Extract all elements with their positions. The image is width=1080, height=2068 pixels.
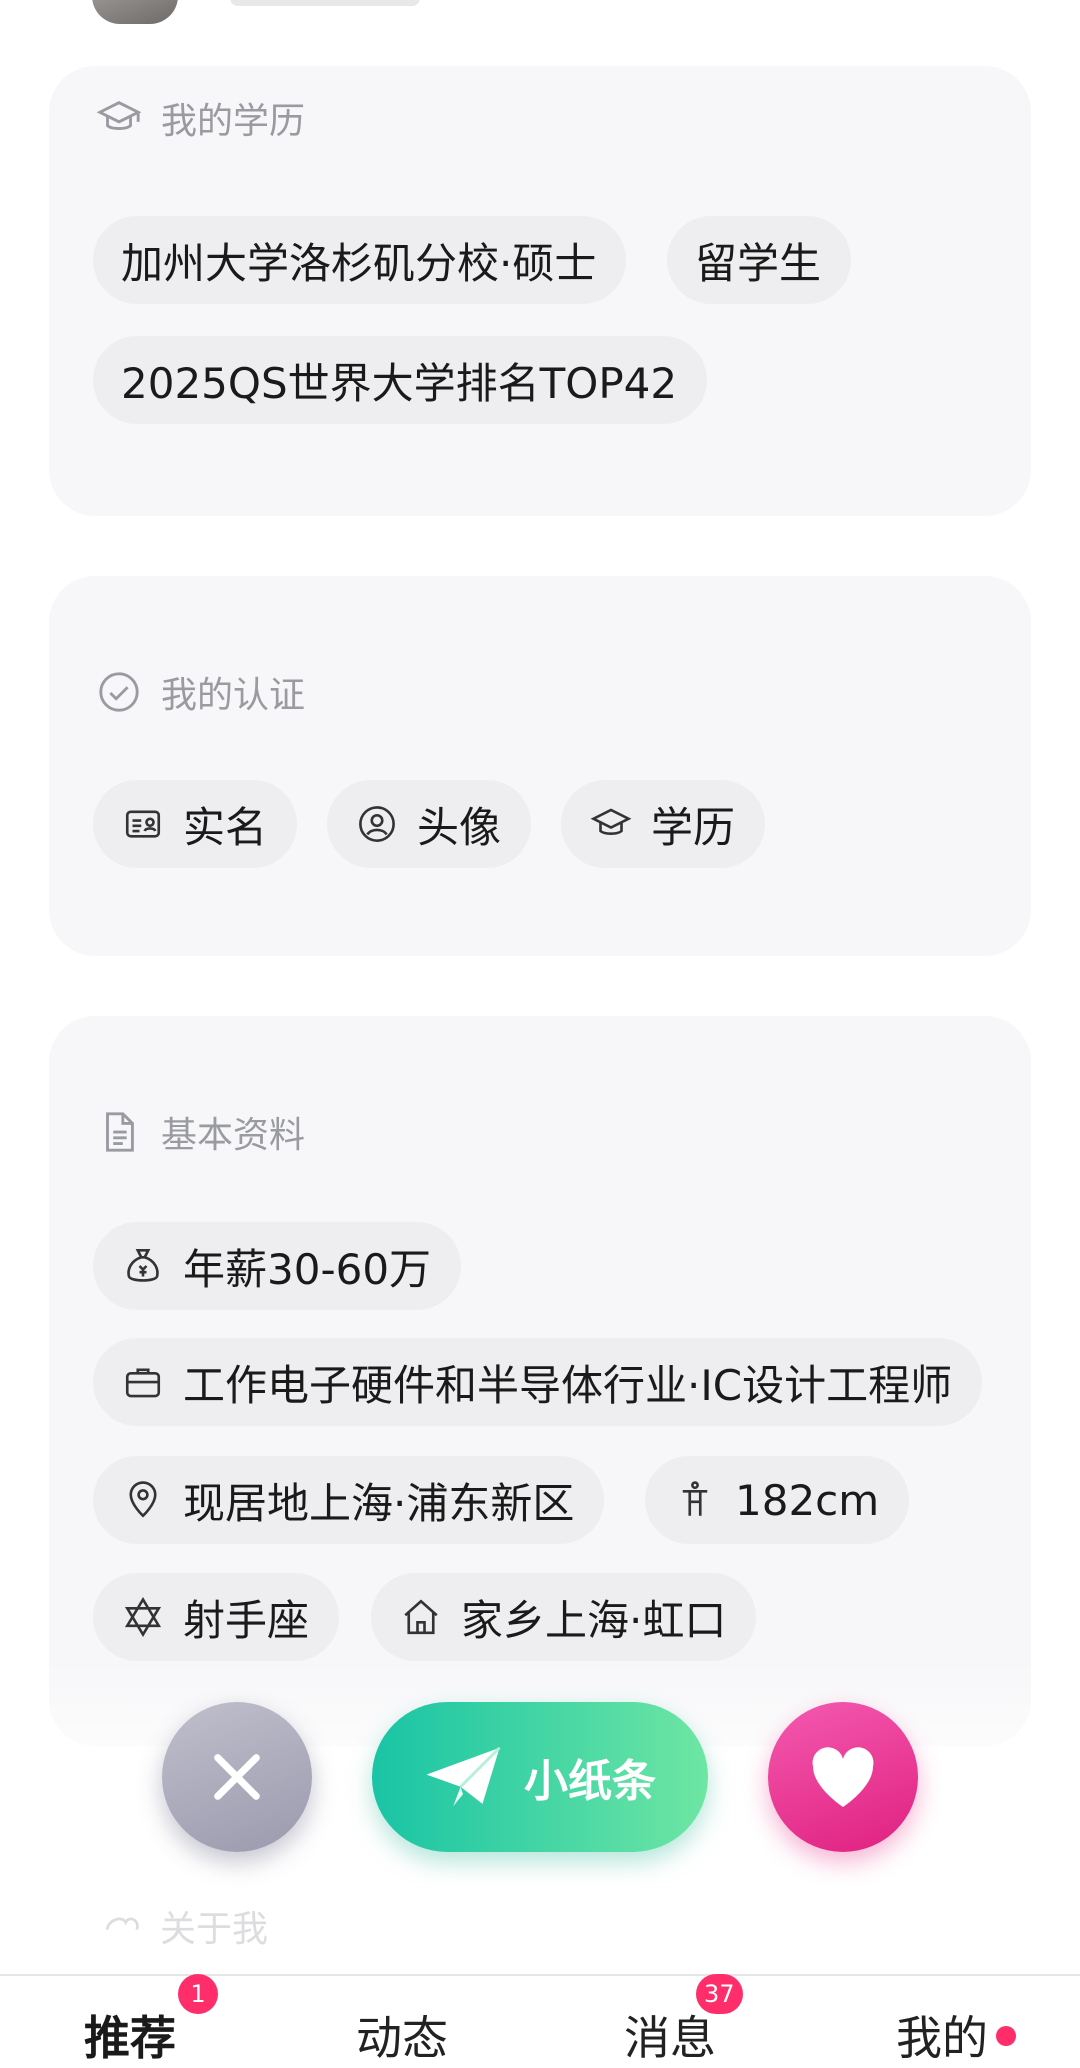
tag-label: 现居地上海·浦东新区 (183, 1478, 575, 1528)
tag-label: 留学生 (695, 238, 822, 288)
basic-info-tag-height[interactable]: 182cm (645, 1456, 910, 1544)
tag-label: 射手座 (183, 1595, 310, 1645)
tag-label: 182cm (735, 1475, 880, 1525)
education-header: 我的学历 (95, 92, 305, 144)
close-icon (204, 1744, 270, 1810)
verification-title: 我的认证 (161, 675, 306, 716)
tag-label: 家乡上海·虹口 (461, 1595, 727, 1645)
basic-info-tag-job[interactable]: 工作电子硬件和半导体行业·IC设计工程师 (93, 1338, 983, 1426)
star-of-david-icon (121, 1595, 165, 1639)
check-circle-icon (95, 668, 143, 716)
bottom-tab-bar: 推荐 1 动态 消息 37 我的 (0, 1974, 1080, 2065)
education-card: 我的学历 加州大学洛杉矶分校·硕士 留学生 2025QS世界大学排名TOP42 (49, 66, 1031, 516)
tag-label: 学历 (651, 802, 736, 852)
tab-label: 我的 (896, 2011, 988, 2065)
education-tag-school[interactable]: 加州大学洛杉矶分校·硕士 (93, 216, 627, 304)
briefcase-icon (121, 1360, 165, 1404)
tag-label: 2025QS世界大学排名TOP42 (121, 358, 678, 408)
tag-label: 加州大学洛杉矶分校·硕士 (121, 238, 597, 288)
tag-label: 年薪30-60万 (183, 1244, 432, 1294)
home-icon (399, 1595, 443, 1639)
verification-tag-avatar[interactable]: 头像 (327, 780, 532, 868)
location-pin-icon (121, 1478, 165, 1522)
basic-info-tag-salary[interactable]: 年薪30-60万 (93, 1222, 462, 1310)
tab-label: 推荐 (84, 2011, 176, 2065)
tab-recommend[interactable]: 推荐 (84, 2002, 176, 2068)
height-icon (673, 1478, 717, 1522)
tab-label: 动态 (356, 2011, 448, 2065)
education-title: 我的学历 (161, 101, 306, 142)
about-title: 关于我 (160, 1909, 269, 1950)
verification-card: 我的认证 实名 头像 学历 (49, 576, 1031, 956)
verification-tag-realname[interactable]: 实名 (93, 780, 298, 868)
verification-header: 我的认证 (95, 666, 305, 718)
document-icon (95, 1108, 143, 1156)
basic-info-card: 基本资料 年薪30-60万 工作电子硬件和半导体行业·IC设计工程师 现居地上海… (49, 1016, 1031, 1746)
note-button[interactable]: 小纸条 (372, 1702, 708, 1852)
tab-recommend-badge: 1 (178, 1974, 218, 2014)
tab-messages[interactable]: 消息 (624, 2002, 716, 2068)
profile-avatar[interactable] (92, 0, 178, 24)
like-button[interactable] (768, 1702, 918, 1852)
money-bag-icon (121, 1244, 165, 1288)
tab-moments[interactable]: 动态 (356, 2002, 448, 2068)
note-button-label: 小纸条 (524, 1756, 656, 1807)
tag-label: 头像 (417, 802, 502, 852)
basic-info-title: 基本资料 (161, 1115, 306, 1156)
tab-messages-badge: 37 (696, 1974, 743, 2014)
tab-me-dot (996, 2026, 1016, 2046)
paper-plane-icon (424, 1745, 502, 1809)
avatar-icon (355, 802, 399, 846)
heart-icon (807, 1744, 879, 1810)
graduation-cap-icon (95, 94, 143, 142)
education-tag-ranking[interactable]: 2025QS世界大学排名TOP42 (93, 336, 708, 424)
dislike-button[interactable] (162, 1702, 312, 1852)
basic-info-tag-zodiac[interactable]: 射手座 (93, 1573, 340, 1661)
top-name-placeholder (230, 0, 420, 6)
education-tag-overseas[interactable]: 留学生 (667, 216, 852, 304)
basic-info-tag-hometown[interactable]: 家乡上海·虹口 (371, 1573, 757, 1661)
basic-info-tag-location[interactable]: 现居地上海·浦东新区 (93, 1456, 605, 1544)
verification-tag-education[interactable]: 学历 (561, 780, 766, 868)
id-card-icon (121, 802, 165, 846)
tag-label: 工作电子硬件和半导体行业·IC设计工程师 (183, 1360, 953, 1410)
tab-me[interactable]: 我的 (896, 2002, 988, 2068)
graduation-cap-icon (589, 802, 633, 846)
tab-label: 消息 (624, 2011, 716, 2065)
about-me-header: 关于我 (100, 1900, 268, 1952)
basic-info-header: 基本资料 (95, 1106, 305, 1158)
about-icon (100, 1904, 144, 1948)
tag-label: 实名 (183, 802, 268, 852)
